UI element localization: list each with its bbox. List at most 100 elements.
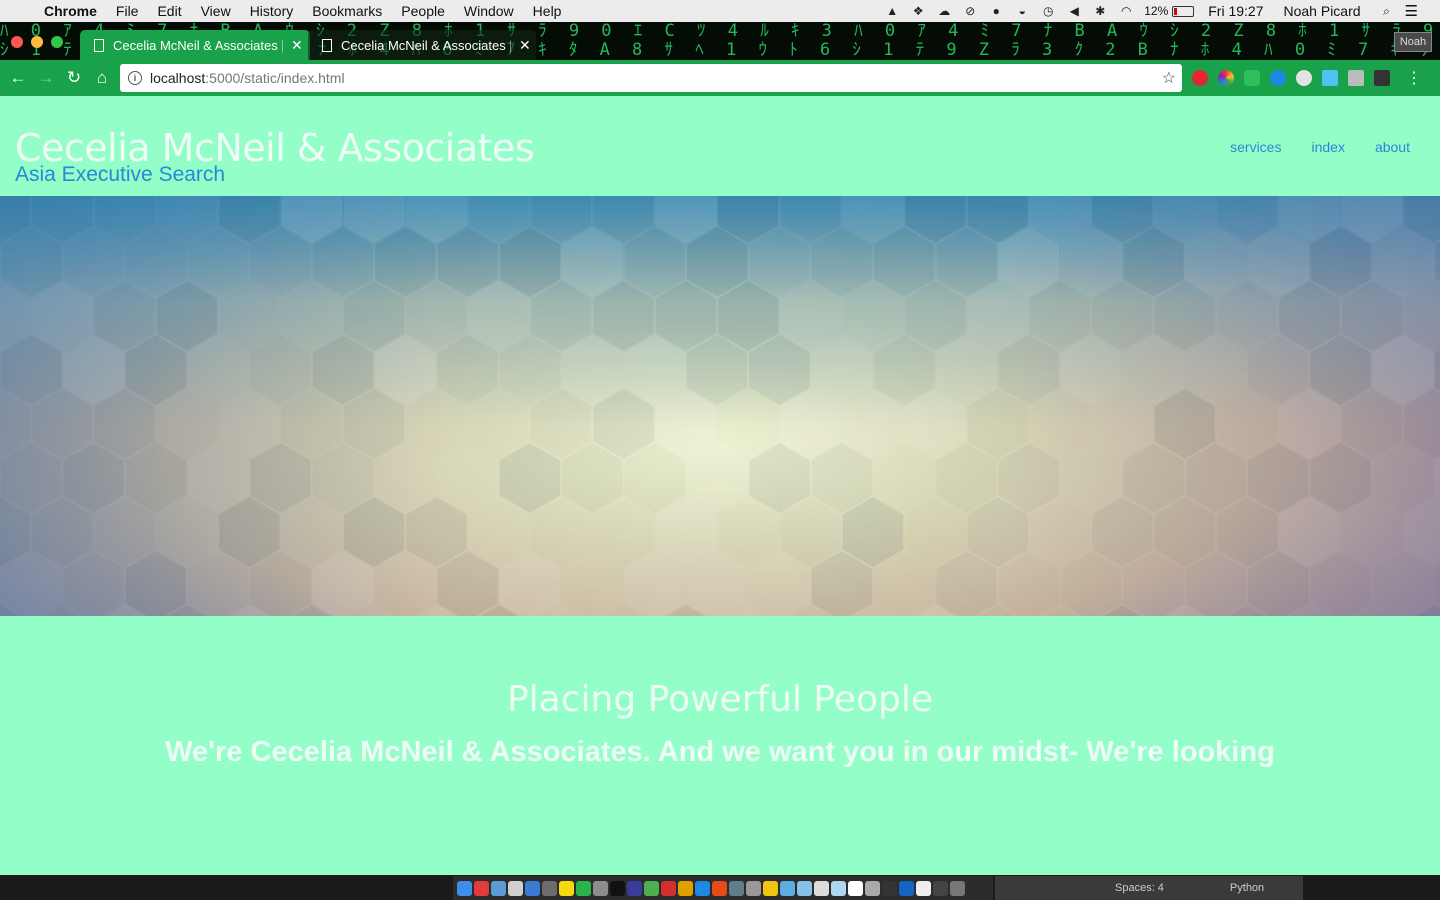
- dock-app-icon[interactable]: [508, 880, 523, 896]
- dock-app-icon[interactable]: [661, 880, 676, 896]
- dock-app-icon[interactable]: [542, 880, 557, 896]
- dock-app-icon[interactable]: [525, 880, 540, 896]
- menu-bookmarks[interactable]: Bookmarks: [312, 3, 382, 19]
- browser-window: ﾊ 0 ｱ 4 ﾐ 7 ﾅ B A ｳ ｼ 2 Z 8 ﾎ 1 ｻ ﾗ 9 0 …: [0, 22, 1440, 875]
- dock-app-icon[interactable]: [712, 880, 727, 896]
- notification-center-icon[interactable]: ☰: [1405, 2, 1418, 20]
- menu-people[interactable]: People: [401, 3, 445, 19]
- spotlight-search-icon[interactable]: ⌕: [1379, 4, 1395, 18]
- profile-button[interactable]: Noah: [1394, 32, 1432, 52]
- intro-text: We're Cecelia McNeil & Associates. And w…: [165, 736, 1275, 768]
- crx-extension-icon[interactable]: [1348, 70, 1364, 86]
- dropbox-icon[interactable]: ❖: [910, 4, 926, 18]
- tab-title: Cecelia McNeil & Associates | A: [113, 37, 283, 53]
- menu-history[interactable]: History: [250, 3, 294, 19]
- alien-icon[interactable]: ●: [988, 4, 1004, 18]
- language-indicator[interactable]: Python: [1230, 882, 1264, 894]
- forward-icon[interactable]: →: [32, 64, 60, 92]
- pocket-extension-icon[interactable]: [1296, 70, 1312, 86]
- nav-link-index[interactable]: index: [1311, 139, 1344, 155]
- dock-app-icon[interactable]: [865, 880, 880, 896]
- dock-app-icon[interactable]: [559, 880, 574, 896]
- clock[interactable]: Fri 19:27: [1208, 3, 1263, 19]
- volume-icon[interactable]: ◀: [1066, 4, 1082, 18]
- sync-icon[interactable]: ⊘: [962, 4, 978, 18]
- diamond-extension-icon[interactable]: [1322, 70, 1338, 86]
- tab-inactive[interactable]: Cecelia McNeil & Associates | A ✕: [308, 30, 536, 60]
- dock-app-icon[interactable]: [814, 880, 829, 896]
- dock-app-icon[interactable]: [950, 880, 965, 896]
- dock-app-icon[interactable]: [763, 880, 778, 896]
- google-drive-icon[interactable]: ▲: [884, 4, 900, 18]
- spaces-indicator[interactable]: Spaces: 4: [1115, 882, 1164, 894]
- nav-link-about[interactable]: about: [1375, 139, 1410, 155]
- menu-view[interactable]: View: [201, 3, 231, 19]
- bluetooth-icon[interactable]: ✱: [1092, 4, 1108, 18]
- dock-app-icon[interactable]: [593, 880, 608, 896]
- chrome-menu-icon[interactable]: ⋮: [1406, 68, 1422, 88]
- hero-banner: [0, 196, 1440, 616]
- close-tab-icon[interactable]: ✕: [519, 37, 531, 54]
- lens-extension-icon[interactable]: [1270, 70, 1286, 86]
- terminal-extension-icon[interactable]: [1374, 70, 1390, 86]
- status-tray: ▲ ❖ ☁ ⊘ ● ◒ ◷ ◀ ✱ ◠ 12% Fri 19:27 Noah P…: [884, 0, 1440, 22]
- tab-strip: ﾊ 0 ｱ 4 ﾐ 7 ﾅ B A ｳ ｼ 2 Z 8 ﾎ 1 ｻ ﾗ 9 0 …: [0, 22, 1440, 60]
- editor-status-bar: Spaces: 4 Python: [995, 876, 1303, 900]
- minimize-window-button[interactable]: [31, 36, 43, 48]
- dock-app-icon[interactable]: [576, 880, 591, 896]
- dock-app-icon[interactable]: [627, 880, 642, 896]
- dock-app-icon[interactable]: [831, 880, 846, 896]
- site-nav: services index about: [1230, 139, 1410, 155]
- dock-app-icon[interactable]: [644, 880, 659, 896]
- dock-app-icon[interactable]: [474, 880, 489, 896]
- quote-extension-icon[interactable]: [1244, 70, 1260, 86]
- menu-bar: Chrome File Edit View History Bookmarks …: [0, 0, 1440, 22]
- dock-app-icon[interactable]: [729, 880, 744, 896]
- dock-app-icon[interactable]: [899, 880, 914, 896]
- browser-toolbar: ← → ↻ ⌂ i localhost:5000/static/index.ht…: [0, 60, 1440, 96]
- wifi-icon[interactable]: ◠: [1118, 4, 1134, 18]
- dock-app-icon[interactable]: [457, 880, 472, 896]
- extension-icon[interactable]: ◒: [1014, 4, 1030, 18]
- menu-file[interactable]: File: [116, 3, 139, 19]
- close-tab-icon[interactable]: ✕: [291, 37, 303, 54]
- menu-edit[interactable]: Edit: [157, 3, 181, 19]
- window-controls: [11, 36, 63, 48]
- dock-app-icon[interactable]: [695, 880, 710, 896]
- bookmark-star-icon[interactable]: ☆: [1162, 68, 1176, 88]
- info-icon[interactable]: i: [128, 71, 142, 85]
- dock-app-icon[interactable]: [848, 880, 863, 896]
- dock-app-icon[interactable]: [797, 880, 812, 896]
- dock-app-icon[interactable]: [882, 880, 897, 896]
- dock-app-icon[interactable]: [610, 880, 625, 896]
- maximize-window-button[interactable]: [51, 36, 63, 48]
- dock: [453, 876, 993, 900]
- color-picker-extension-icon[interactable]: [1218, 70, 1234, 86]
- menu-window[interactable]: Window: [464, 3, 514, 19]
- cloud-icon[interactable]: ☁: [936, 4, 952, 18]
- dock-app-icon[interactable]: [780, 880, 795, 896]
- home-icon[interactable]: ⌂: [88, 64, 116, 92]
- dock-app-icon[interactable]: [916, 880, 931, 896]
- dock-app-icon[interactable]: [746, 880, 761, 896]
- url-path: :5000/static/index.html: [205, 70, 345, 86]
- close-window-button[interactable]: [11, 36, 23, 48]
- reload-icon[interactable]: ↻: [60, 64, 88, 92]
- address-bar[interactable]: i localhost:5000/static/index.html ☆: [120, 64, 1182, 92]
- back-icon[interactable]: ←: [4, 64, 32, 92]
- dock-app-icon[interactable]: [491, 880, 506, 896]
- dock-app-icon[interactable]: [933, 880, 948, 896]
- tagline: Placing Powerful People: [506, 679, 934, 720]
- user-name[interactable]: Noah Picard: [1284, 3, 1361, 19]
- time-machine-icon[interactable]: ◷: [1040, 4, 1056, 18]
- site-subtitle: Asia Executive Search: [15, 163, 226, 186]
- nav-link-services[interactable]: services: [1230, 139, 1281, 155]
- menu-help[interactable]: Help: [533, 3, 562, 19]
- tab-active[interactable]: Cecelia McNeil & Associates | A ✕: [80, 30, 310, 60]
- site-header: Cecelia McNeil & Associates Asia Executi…: [0, 96, 1440, 196]
- adblock-extension-icon[interactable]: [1192, 70, 1208, 86]
- menu-app-name[interactable]: Chrome: [44, 3, 97, 19]
- battery-icon[interactable]: [1172, 5, 1195, 17]
- web-page: Cecelia McNeil & Associates Asia Executi…: [0, 96, 1440, 875]
- dock-app-icon[interactable]: [678, 880, 693, 896]
